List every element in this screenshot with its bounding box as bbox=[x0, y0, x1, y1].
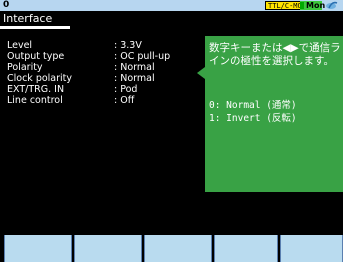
setting-value: : Normal bbox=[114, 62, 155, 73]
setting-value: : Off bbox=[114, 95, 135, 106]
slot-number: 0 bbox=[3, 0, 10, 10]
setting-label: Line control bbox=[7, 95, 63, 106]
help-text: 数字キーまたは◀▶で通信ラインの極性を選択します。 bbox=[209, 42, 341, 67]
setting-label: Clock polarity bbox=[7, 73, 73, 84]
setting-value: : Pod bbox=[114, 84, 138, 95]
softkey-2[interactable] bbox=[74, 235, 142, 262]
setting-value: : Normal bbox=[114, 73, 155, 84]
softkey-bar bbox=[0, 235, 343, 262]
help-pointer bbox=[197, 67, 205, 79]
instrument-screen: 0 TTL/C-MOS Mon Interface Level : 3.3V O… bbox=[0, 0, 343, 262]
setting-value: : OC pull-up bbox=[114, 51, 171, 62]
status-bar: 0 TTL/C-MOS Mon bbox=[0, 0, 343, 11]
setting-label: Polarity bbox=[7, 62, 43, 73]
softkey-4[interactable] bbox=[214, 235, 278, 262]
network-icon bbox=[326, 1, 338, 9]
help-panel: 数字キーまたは◀▶で通信ラインの極性を選択します。 0: Normal (通常)… bbox=[205, 36, 343, 192]
setting-label: EXT/TRG. IN bbox=[7, 84, 65, 95]
setting-label: Level bbox=[7, 40, 33, 51]
help-option-normal: 0: Normal (通常) bbox=[209, 100, 297, 111]
page-title: Interface bbox=[3, 12, 53, 25]
help-option-invert: 1: Invert (反転) bbox=[209, 113, 297, 124]
title-underline bbox=[0, 26, 70, 29]
setting-value: : 3.3V bbox=[114, 40, 142, 51]
softkey-1[interactable] bbox=[4, 235, 72, 262]
monitor-indicator bbox=[300, 2, 304, 9]
softkey-5[interactable] bbox=[280, 235, 343, 262]
softkey-3[interactable] bbox=[144, 235, 212, 262]
setting-label: Output type bbox=[7, 51, 65, 62]
